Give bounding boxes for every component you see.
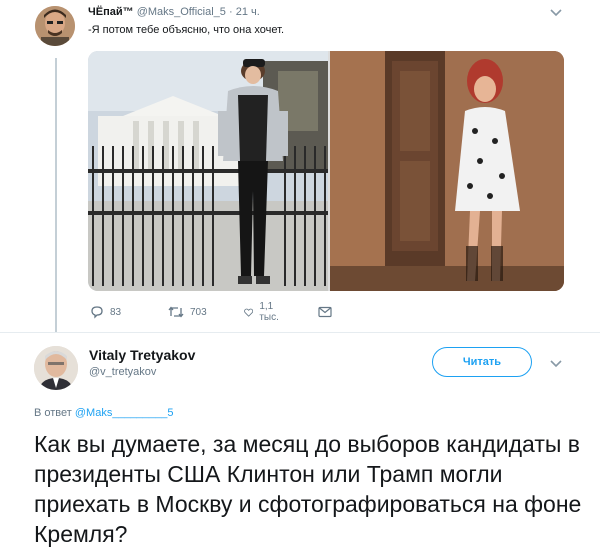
heart-icon <box>244 308 254 317</box>
chevron-down-icon[interactable] <box>548 6 564 20</box>
retweet-icon <box>168 306 184 318</box>
tweet-2: Vitaly Tretyakov @v_tretyakov Читать В о… <box>0 333 600 558</box>
reply-prefix: В ответ <box>34 407 72 419</box>
white-house-photo[interactable] <box>88 51 328 291</box>
tweet-header: ЧЁпай™ @Maks_Official_5 · 21 ч. <box>88 6 260 18</box>
avatar[interactable] <box>35 6 75 46</box>
thread-connector <box>55 58 57 336</box>
message-action[interactable] <box>318 303 332 321</box>
follow-button[interactable]: Читать <box>432 347 532 377</box>
handle[interactable]: @Maks_Official_5 <box>137 6 226 18</box>
timestamp[interactable]: 21 ч. <box>236 6 260 18</box>
avatar[interactable] <box>34 346 78 390</box>
tweet-text: -Я потом тебе объясню, что она хочет. <box>88 24 285 36</box>
separator: · <box>228 6 233 18</box>
like-count: 1,1 тыс. <box>259 301 279 323</box>
reply-action[interactable]: 83 <box>90 303 121 321</box>
avatar-photo <box>34 346 78 390</box>
tweet-1: ЧЁпай™ @Maks_Official_5 · 21 ч. -Я потом… <box>0 0 600 336</box>
reply-to-handle[interactable]: @Maks_________5 <box>75 407 174 419</box>
media-grid[interactable] <box>88 51 564 291</box>
reply-icon <box>91 306 103 319</box>
retweet-action[interactable]: 703 <box>168 303 207 321</box>
chevron-down-icon[interactable] <box>550 355 564 369</box>
reply-count: 83 <box>110 306 122 318</box>
display-name[interactable]: Vitaly Tretyakov <box>89 347 195 363</box>
kremlin-door-photo[interactable] <box>330 51 564 291</box>
tweet-text: Как вы думаете, за месяц до выборов канд… <box>34 431 582 547</box>
handle[interactable]: @v_tretyakov <box>89 366 156 378</box>
envelope-icon <box>318 306 332 318</box>
like-action[interactable]: 1,1 тыс. <box>244 301 284 323</box>
avatar-photo <box>35 6 75 46</box>
retweet-count: 703 <box>190 306 207 318</box>
reply-context: В ответ @Maks_________5 <box>34 407 174 419</box>
display-name[interactable]: ЧЁпай™ <box>88 6 134 18</box>
